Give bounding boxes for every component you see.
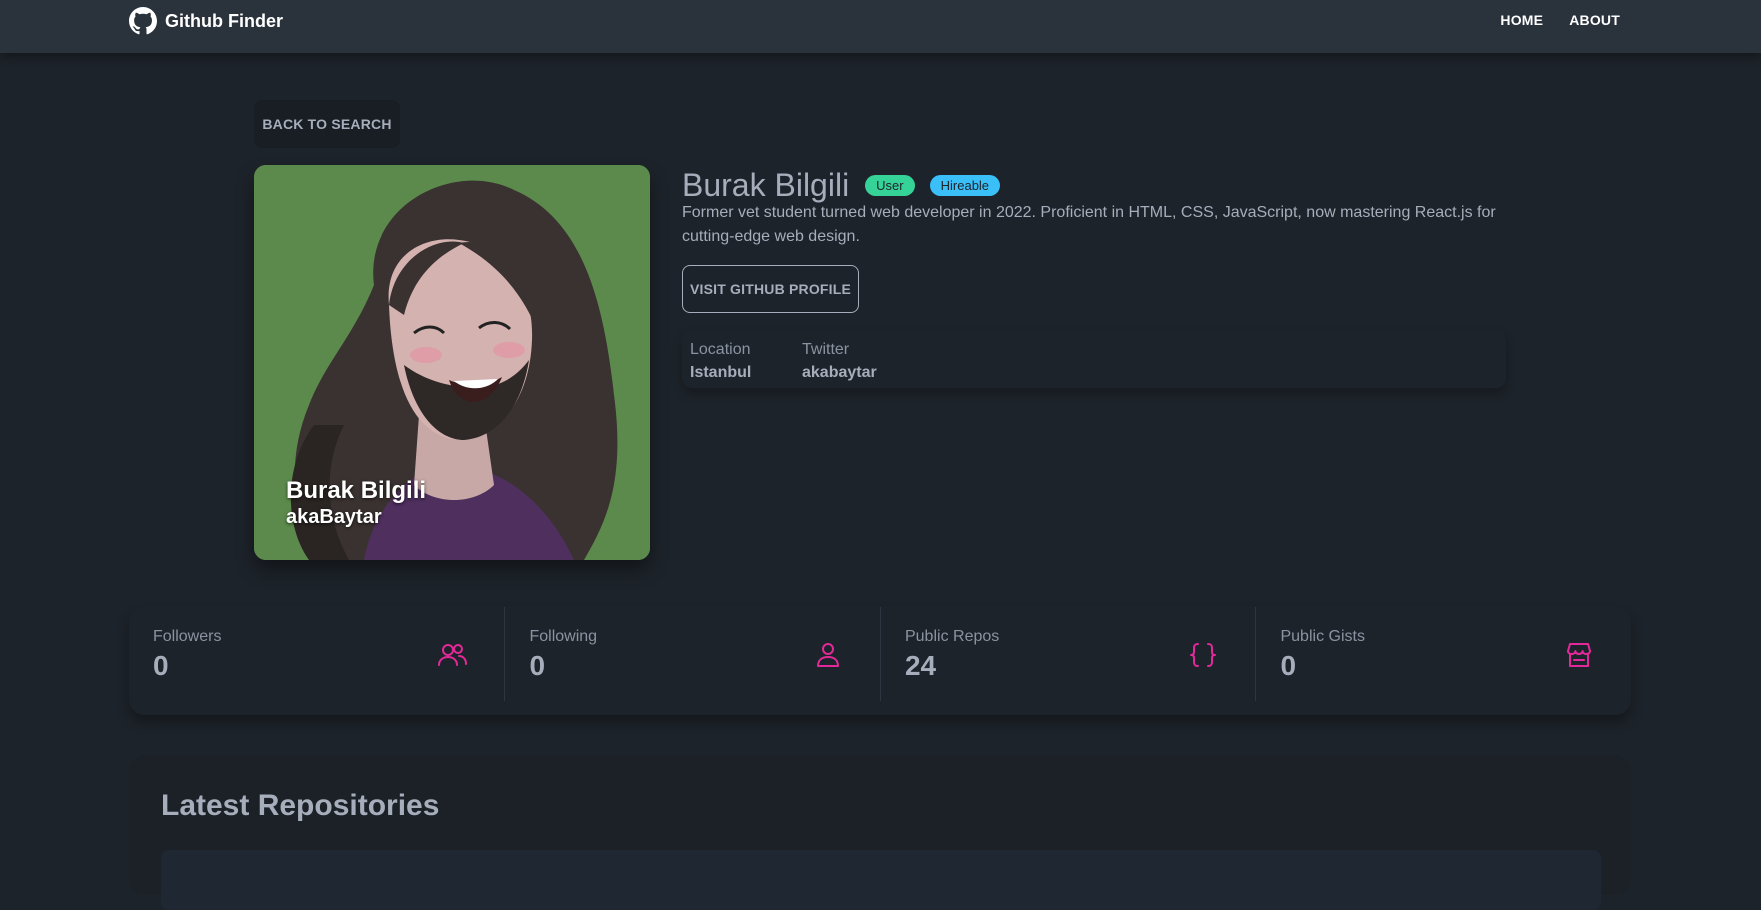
- avatar-name: Burak Bilgili: [286, 477, 427, 504]
- location-label: Location: [690, 341, 751, 358]
- profile-header: Burak Bilgili User Hireable: [682, 166, 1001, 204]
- twitter-info: Twitter akabaytar: [802, 340, 877, 384]
- store-icon: [1563, 639, 1595, 671]
- nav-links: HOME ABOUT: [1500, 12, 1620, 28]
- navbar: Github Finder HOME ABOUT: [0, 0, 1761, 53]
- nav-about-link[interactable]: ABOUT: [1569, 12, 1620, 28]
- location-value: Istanbul: [690, 364, 752, 381]
- user-icon: [812, 639, 844, 671]
- profile-info-panel: Location Istanbul Twitter akabaytar: [682, 330, 1506, 388]
- twitter-value[interactable]: akabaytar: [802, 362, 877, 384]
- stat-title: Public Repos: [904, 628, 1000, 645]
- brand-title: Github Finder: [165, 10, 283, 31]
- stat-following: Following 0: [504, 607, 880, 701]
- stat-title: Followers: [153, 628, 222, 645]
- hireable-badge: Hireable: [929, 174, 1001, 196]
- visit-github-profile-button[interactable]: VISIT GITHUB PROFILE: [682, 265, 859, 313]
- users-icon: [436, 639, 468, 671]
- nav-home-link[interactable]: HOME: [1500, 12, 1543, 28]
- stat-title: Following: [529, 628, 598, 645]
- location-info: Location Istanbul: [690, 340, 751, 384]
- stat-public-repos: Public Repos 24: [879, 607, 1256, 701]
- stat-value: 24: [904, 650, 937, 681]
- twitter-label: Twitter: [802, 341, 850, 358]
- stat-value: 0: [1280, 650, 1297, 681]
- code-braces-icon: [1187, 639, 1219, 671]
- avatar-card: Burak Bilgili akaBaytar: [254, 165, 650, 560]
- stat-public-gists: Public Gists 0: [1255, 607, 1631, 701]
- stat-value: 0: [153, 650, 169, 681]
- latest-repos-section: Latest Repositories: [129, 755, 1631, 910]
- user-type-badge: User: [865, 174, 915, 196]
- avatar-login: akaBaytar: [286, 506, 382, 528]
- stats-panel: Followers 0 Following 0 Public Repos 24: [129, 607, 1631, 715]
- profile-name: Burak Bilgili: [682, 167, 850, 203]
- stat-value: 0: [529, 650, 546, 681]
- stat-followers: Followers 0: [129, 607, 504, 701]
- github-logo-icon: [129, 7, 157, 35]
- brand-link[interactable]: Github Finder: [129, 7, 283, 35]
- repo-item[interactable]: [161, 850, 1601, 910]
- stat-title: Public Gists: [1280, 628, 1365, 645]
- back-to-search-button[interactable]: BACK TO SEARCH: [254, 100, 400, 148]
- profile-bio: Former vet student turned web developer …: [682, 204, 1496, 245]
- avatar-caption: Burak Bilgili akaBaytar: [286, 476, 426, 530]
- latest-repos-title: Latest Repositories: [161, 789, 440, 822]
